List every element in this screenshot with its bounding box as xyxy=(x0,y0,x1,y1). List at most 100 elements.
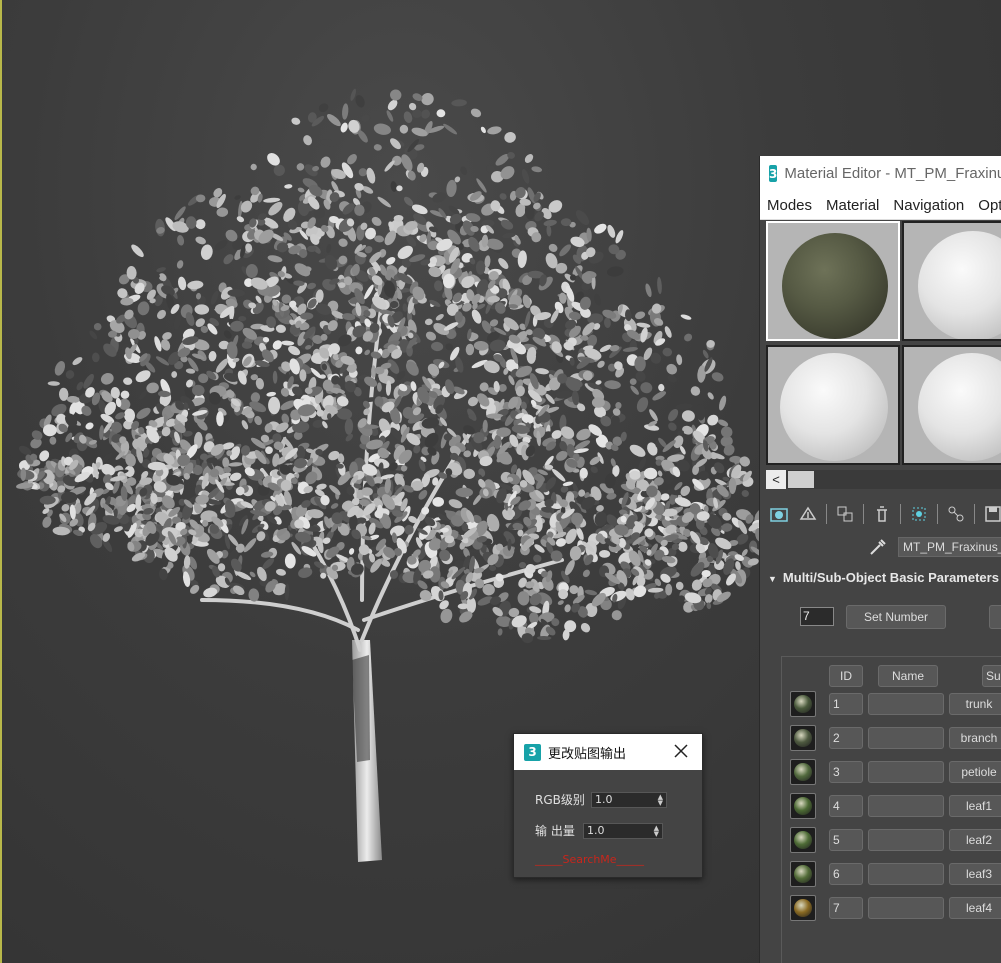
map-output-dialog: 3 更改贴图输出 RGB级别 1.0 ▲ ▼ 输 出量 1.0 ▲ ▼ _____S… xyxy=(513,733,703,878)
3dsmax-logo-icon: 3 xyxy=(524,743,541,761)
sub-material-button[interactable]: leaf3 xyxy=(949,863,1001,885)
material-ball-icon xyxy=(794,763,812,781)
material-sphere-preview xyxy=(780,353,888,461)
sub-material-swatch[interactable] xyxy=(790,725,816,751)
sub-material-row: 2 branch xyxy=(790,725,1001,751)
sub-material-name[interactable] xyxy=(868,897,944,919)
put-to-scene-icon[interactable] xyxy=(797,503,819,525)
material-sphere-preview xyxy=(782,233,888,339)
output-amount-spinner[interactable]: 1.0 ▲ ▼ xyxy=(583,822,663,839)
sub-material-swatch[interactable] xyxy=(790,759,816,785)
sub-material-name[interactable] xyxy=(868,761,944,783)
sub-material-row: 7 leaf4 xyxy=(790,895,1001,921)
sub-material-button[interactable]: leaf2 xyxy=(949,829,1001,851)
sub-material-id[interactable]: 2 xyxy=(829,727,863,749)
set-number-button[interactable]: Set Number xyxy=(846,605,946,629)
rollout-title: Multi/Sub-Object Basic Parameters xyxy=(782,570,999,585)
sub-material-button[interactable]: trunk xyxy=(949,693,1001,715)
sub-material-name[interactable] xyxy=(868,829,944,851)
material-name-row: MT_PM_Fraxinus_ xyxy=(868,537,1001,557)
sub-material-name[interactable] xyxy=(868,795,944,817)
make-unique-icon[interactable] xyxy=(908,503,930,525)
sub-material-id[interactable]: 3 xyxy=(829,761,863,783)
assign-material-icon[interactable] xyxy=(834,503,856,525)
sub-material-swatch[interactable] xyxy=(790,827,816,853)
sub-material-row: 3 petiole xyxy=(790,759,1001,785)
menu-material[interactable]: Material xyxy=(826,197,879,214)
menu-navigation[interactable]: Navigation xyxy=(893,197,964,214)
sub-material-id[interactable]: 5 xyxy=(829,829,863,851)
sub-material-row: 1 trunk xyxy=(790,691,1001,717)
dialog-title: 更改贴图输出 xyxy=(548,746,627,762)
sub-material-swatch[interactable] xyxy=(790,691,816,717)
column-header-sub-material[interactable]: Sub-Material xyxy=(982,665,1001,687)
material-ball-icon xyxy=(794,899,812,917)
output-amount-label: 输 出量 xyxy=(535,824,575,838)
rgb-level-spinner[interactable]: 1.0 ▲ ▼ xyxy=(591,791,667,808)
rgb-level-label: RGB级别 xyxy=(535,793,585,807)
toolbar-separator xyxy=(900,504,901,524)
sub-material-swatch[interactable] xyxy=(790,861,816,887)
sub-material-button[interactable]: leaf4 xyxy=(949,897,1001,919)
sub-material-button[interactable]: branch xyxy=(949,727,1001,749)
sample-slots xyxy=(766,221,1001,469)
sample-slot-1[interactable] xyxy=(766,221,900,341)
rgb-level-value: 1.0 xyxy=(595,793,613,806)
material-ball-icon xyxy=(794,865,812,883)
sub-material-id[interactable]: 6 xyxy=(829,863,863,885)
sub-material-button[interactable]: petiole xyxy=(949,761,1001,783)
eyedropper-icon[interactable] xyxy=(868,537,888,557)
sub-material-swatch[interactable] xyxy=(790,895,816,921)
sample-slot-4[interactable] xyxy=(902,345,1001,465)
material-sphere-preview xyxy=(918,231,1001,339)
material-ball-icon xyxy=(794,797,812,815)
toolbar-separator xyxy=(937,504,938,524)
scroll-left-button[interactable]: < xyxy=(766,470,786,489)
sub-material-name[interactable] xyxy=(868,693,944,715)
save-icon[interactable] xyxy=(982,503,1001,525)
material-name-field[interactable]: MT_PM_Fraxinus_ xyxy=(898,537,1001,557)
toolbar-separator xyxy=(826,504,827,524)
sub-material-row: 5 leaf2 xyxy=(790,827,1001,853)
sub-material-swatch[interactable] xyxy=(790,793,816,819)
dialog-titlebar[interactable]: 3 更改贴图输出 xyxy=(514,734,702,770)
toolbar-separator xyxy=(974,504,975,524)
sub-material-row: 4 leaf1 xyxy=(790,793,1001,819)
rollout-header-multisub[interactable]: ▼ Multi/Sub-Object Basic Parameters xyxy=(768,570,999,585)
sub-material-count-field[interactable]: 7 xyxy=(800,607,834,626)
searchme-link[interactable]: _____SearchMe_____ xyxy=(535,853,644,866)
spinner-arrows-icon[interactable]: ▲ ▼ xyxy=(658,793,663,806)
spinner-arrows-icon[interactable]: ▲ ▼ xyxy=(654,824,659,837)
sub-material-row: 6 leaf3 xyxy=(790,861,1001,887)
slots-scrollbar[interactable]: < xyxy=(766,470,1001,489)
sample-slot-2[interactable] xyxy=(902,221,1001,341)
3dsmax-logo-icon: 3 xyxy=(769,165,778,182)
sub-material-name[interactable] xyxy=(868,727,944,749)
triangle-down-icon: ▼ xyxy=(768,574,777,584)
sub-material-id[interactable]: 1 xyxy=(829,693,863,715)
menubar: Modes Material Navigation Options xyxy=(760,191,1001,220)
material-toolbar xyxy=(768,501,1001,527)
menu-modes[interactable]: Modes xyxy=(767,197,812,214)
material-ball-icon xyxy=(794,729,812,747)
sample-slot-3[interactable] xyxy=(766,345,900,465)
column-header-id[interactable]: ID xyxy=(829,665,863,687)
sub-material-button[interactable]: leaf1 xyxy=(949,795,1001,817)
material-ball-icon xyxy=(794,831,812,849)
scroll-thumb[interactable] xyxy=(788,471,814,488)
menu-options[interactable]: Options xyxy=(978,197,1001,214)
sub-material-name[interactable] xyxy=(868,863,944,885)
toolbar-separator xyxy=(863,504,864,524)
sub-material-id[interactable]: 4 xyxy=(829,795,863,817)
material-sphere-preview xyxy=(918,353,1001,461)
output-amount-value: 1.0 xyxy=(587,824,605,837)
show-map-icon[interactable] xyxy=(945,503,967,525)
get-material-icon[interactable] xyxy=(768,503,790,525)
delete-icon[interactable] xyxy=(871,503,893,525)
add-button[interactable] xyxy=(989,605,1001,629)
material-ball-icon xyxy=(794,695,812,713)
close-icon[interactable] xyxy=(672,742,690,760)
material-editor-titlebar[interactable]: 3 Material Editor - MT_PM_Fraxinus xyxy=(760,156,1001,191)
sub-material-id[interactable]: 7 xyxy=(829,897,863,919)
column-header-name[interactable]: Name xyxy=(878,665,938,687)
